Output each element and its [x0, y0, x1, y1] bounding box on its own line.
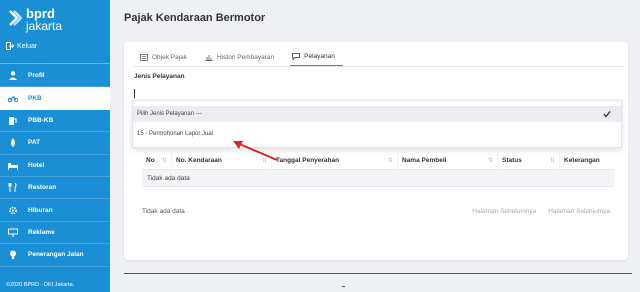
- column-header-label: No: [146, 156, 155, 164]
- bprd-logo-mark-icon: [9, 10, 22, 26]
- jenis-pelayanan-select[interactable]: [134, 89, 135, 98]
- next-page-button[interactable]: Halaman Selanjutnya: [548, 208, 610, 215]
- sidebar-item-label: Reklame: [28, 228, 55, 236]
- sidebar: bprd jakarta Keluar Profil PKB PBB-KB PA…: [0, 0, 110, 292]
- bprd-logo: bprd jakarta: [8, 7, 78, 35]
- fuel-icon: [9, 116, 17, 125]
- water-drop-icon: [11, 138, 15, 148]
- bed-icon: [8, 162, 18, 170]
- column-header-label: Nama Pembeli: [402, 156, 447, 164]
- logout-link[interactable]: Keluar: [6, 42, 37, 50]
- tab-label: Histori Pembayaran: [217, 53, 275, 61]
- sidebar-item-label: Penerangan Jalan: [28, 251, 84, 259]
- table-header: No ⇅ No. Kendaraan ⇅ Tanggal Penyerahan ⇅ N…: [142, 150, 614, 170]
- sidebar-item-pbb-kb[interactable]: PBB-KB: [0, 110, 110, 133]
- tab-label: Pelayanan: [304, 53, 335, 60]
- sidebar-item-profil[interactable]: Profil: [0, 65, 110, 88]
- column-header-label: Tanggal Penyerahan: [276, 156, 340, 164]
- sidebar-item-label: PKB: [28, 94, 42, 102]
- annotation-arrow-icon: [233, 141, 278, 161]
- column-header-tanggal-penyerahan[interactable]: Tanggal Penyerahan ⇅: [272, 150, 398, 170]
- sort-icon: ⇅: [387, 157, 393, 164]
- column-header-label: No. Kendaraan: [176, 156, 222, 164]
- page-title: Pajak Kendaraan Bermotor: [124, 12, 266, 24]
- jenis-pelayanan-dropdown: Pilih Jenis Pelayanan --- 15 - Permohona…: [132, 100, 622, 148]
- sidebar-item-hotel[interactable]: Hotel: [0, 155, 110, 177]
- page-bottom-mark: [342, 286, 345, 287]
- sidebar-menu: Profil PKB PBB-KB PAT Hotel Restoran Hib…: [0, 65, 110, 267]
- sort-icon: ⇅: [487, 157, 493, 164]
- logo-text-secondary: jakarta: [26, 19, 63, 33]
- sidebar-item-penerangan-jalan[interactable]: Penerangan Jalan: [0, 244, 110, 267]
- sidebar-item-pat[interactable]: PAT: [0, 132, 110, 155]
- logout-icon: [6, 42, 14, 50]
- gear-icon: [9, 206, 17, 214]
- tab-objek-pajak[interactable]: Objek Pajak: [138, 50, 195, 66]
- tab-divider: [134, 66, 624, 67]
- column-header-label: Status: [502, 156, 522, 164]
- sidebar-item-label: Hiburan: [28, 206, 53, 214]
- table-info: Tidak ada data: [142, 208, 185, 215]
- previous-page-button[interactable]: Halaman Sebelumnya: [472, 208, 536, 215]
- column-header-label: Keterangan: [564, 156, 600, 164]
- column-header-nama-pembeli[interactable]: Nama Pembeli ⇅: [398, 150, 498, 170]
- content-card: Objek Pajak Histori Pembayaran Pelayanan…: [124, 42, 628, 260]
- sidebar-footer: ©2020 BPRD - DKI Jakarta.: [6, 282, 75, 288]
- sidebar-item-label: Restoran: [28, 184, 57, 192]
- check-icon: [603, 111, 611, 118]
- pelayanan-table: No ⇅ No. Kendaraan ⇅ Tanggal Penyerahan ⇅ N…: [142, 150, 614, 187]
- sidebar-item-label: Hotel: [28, 161, 45, 169]
- jenis-pelayanan-label: Jenis Pelayanan: [134, 73, 185, 80]
- tab-histori-pembayaran[interactable]: Histori Pembayaran: [203, 50, 282, 66]
- column-header-status[interactable]: Status ⇅: [498, 150, 560, 170]
- chart-icon: [205, 54, 213, 61]
- tab-pelayanan[interactable]: Pelayanan: [290, 50, 343, 66]
- sidebar-item-restoran[interactable]: Restoran: [0, 177, 110, 200]
- sidebar-item-label: PBB-KB: [28, 116, 54, 124]
- lightbulb-icon: [10, 250, 16, 260]
- column-header-keterangan[interactable]: Keterangan: [560, 151, 614, 170]
- tab-bar: Objek Pajak Histori Pembayaran Pelayanan: [138, 50, 351, 66]
- tab-label: Objek Pajak: [152, 53, 188, 61]
- dropdown-option-lapor-jual[interactable]: 15 - Permohonan Lapor Jual: [133, 127, 621, 141]
- table-empty-row: Tidak ada data: [142, 170, 614, 187]
- list-icon: [140, 53, 148, 61]
- dropdown-option-label: 15 - Permohonan Lapor Jual: [137, 131, 214, 137]
- sidebar-item-pkb[interactable]: PKB: [0, 87, 110, 110]
- utensils-icon: [8, 183, 17, 193]
- dropdown-option-label: Pilih Jenis Pelayanan ---: [137, 111, 202, 117]
- sort-icon: ⇅: [161, 157, 167, 164]
- logout-label: Keluar: [17, 42, 38, 50]
- sidebar-item-label: Profil: [28, 72, 45, 80]
- user-icon: [9, 71, 17, 81]
- motorcycle-icon: [8, 95, 18, 102]
- dropdown-option-placeholder[interactable]: Pilih Jenis Pelayanan ---: [133, 106, 621, 122]
- sidebar-divider: [0, 63, 110, 64]
- column-header-no[interactable]: No ⇅: [142, 150, 172, 170]
- billboard-icon: [8, 228, 18, 237]
- page-bottom-divider: [124, 273, 632, 274]
- sidebar-item-hiburan[interactable]: Hiburan: [0, 199, 110, 222]
- pagination: Halaman Sebelumnya Halaman Selanjutnya: [472, 208, 610, 215]
- sidebar-item-label: PAT: [28, 139, 41, 147]
- sidebar-item-reklame[interactable]: Reklame: [0, 222, 110, 245]
- chat-icon: [292, 53, 301, 60]
- sort-icon: ⇅: [549, 157, 555, 164]
